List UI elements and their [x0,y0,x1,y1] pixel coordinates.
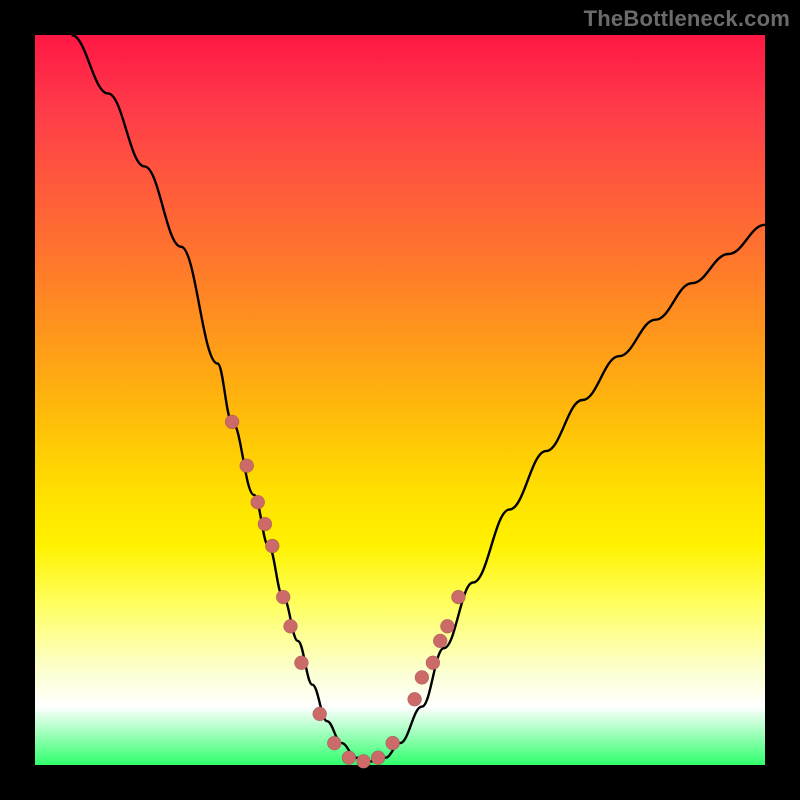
sample-point [408,692,422,706]
sample-point [265,539,279,553]
sample-points-group [225,415,465,769]
sample-point [284,619,298,633]
sample-point [276,590,290,604]
sample-point [240,459,254,473]
watermark-text: TheBottleneck.com [584,6,790,32]
sample-point [415,670,429,684]
sample-point [225,415,239,429]
sample-point [342,751,356,765]
sample-point [294,656,308,670]
sample-point [440,619,454,633]
sample-point [313,707,327,721]
plot-area [35,35,765,765]
sample-point [426,656,440,670]
sample-point [327,736,341,750]
sample-point [451,590,465,604]
sample-point [258,517,272,531]
sample-point [386,736,400,750]
sample-point [357,754,371,768]
bottleneck-curve [72,35,766,761]
chart-frame: TheBottleneck.com [0,0,800,800]
curve-layer [35,35,765,765]
sample-point [433,634,447,648]
sample-point [251,495,265,509]
sample-point [371,751,385,765]
